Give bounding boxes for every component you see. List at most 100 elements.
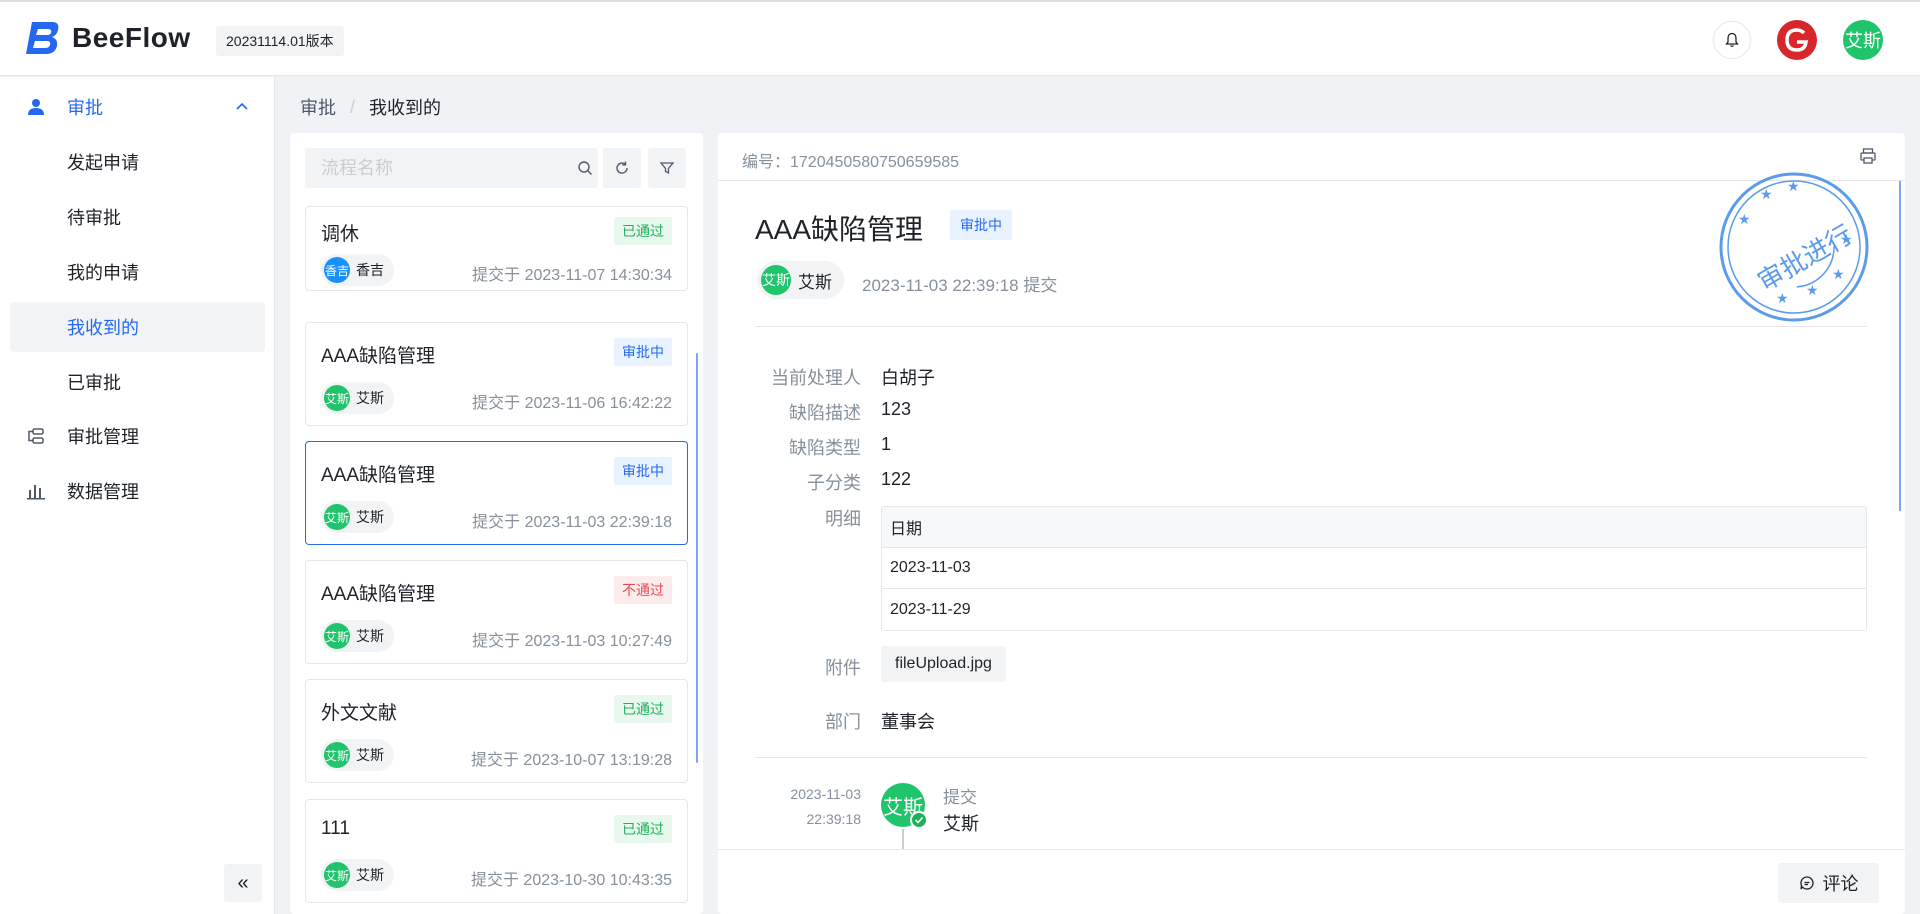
detail-scrollbar[interactable] <box>1899 181 1901 511</box>
refresh-icon <box>616 161 628 174</box>
list-item[interactable]: AAA缺陷管理 不通过 艾斯 艾斯 提交于 2023-11-03 10:27:4… <box>305 560 688 664</box>
user-icon <box>28 99 44 115</box>
handler-value: 白胡子 <box>881 368 935 388</box>
status-badge: 不通过 <box>614 576 672 604</box>
list-item[interactable]: AAA缺陷管理 审批中 艾斯 艾斯 提交于 2023-11-03 22:39:1… <box>305 441 688 545</box>
avatar: 艾斯 <box>324 385 350 411</box>
bell-icon <box>1725 32 1739 47</box>
chevron-up-icon[interactable] <box>234 99 250 115</box>
request-number: 编号：1720450580750659585 <box>742 154 960 171</box>
type-value: 1 <box>881 434 892 454</box>
status-badge: 审批中 <box>614 338 672 366</box>
comment-button[interactable]: 评论 <box>1778 863 1879 903</box>
comment-label: 评论 <box>1822 874 1859 894</box>
list-scrollbar[interactable] <box>696 353 698 763</box>
card-user-name: 艾斯 <box>356 509 384 525</box>
table-row: 2023-11-03 <box>882 548 1866 589</box>
card-submit-time: 提交于 2023-10-07 13:19:28 <box>470 752 672 769</box>
card-user-chip: 艾斯 艾斯 <box>321 739 394 771</box>
field-label: 子分类 <box>807 473 861 493</box>
field-label: 缺陷类型 <box>789 438 861 458</box>
card-title: AAA缺陷管理 <box>321 584 436 605</box>
search-icon[interactable] <box>577 160 593 176</box>
list-item[interactable]: AAA缺陷管理 审批中 艾斯 艾斯 提交于 2023-11-06 16:42:2… <box>305 322 688 426</box>
description-value: 123 <box>881 399 912 419</box>
sidebar-item-received[interactable]: 我收到的 <box>10 302 265 352</box>
breadcrumb-root[interactable]: 审批 <box>300 94 336 120</box>
sidebar-item-my-requests[interactable]: 我的申请 <box>10 247 265 297</box>
submitter-name: 艾斯 <box>798 272 832 292</box>
divider <box>755 757 1867 758</box>
field-label: 当前处理人 <box>771 368 861 388</box>
status-badge: 已通过 <box>614 815 672 843</box>
sidebar-item-label: 待审批 <box>67 208 121 228</box>
app-logo[interactable]: BeeFlow <box>24 20 191 56</box>
notification-button[interactable] <box>1713 21 1751 59</box>
detail-table: 日期 2023-11-03 2023-11-29 <box>881 506 1867 631</box>
field-label: 明细 <box>825 509 861 529</box>
sidebar-item-pending[interactable]: 待审批 <box>10 192 265 242</box>
search-input[interactable] <box>305 148 565 188</box>
collapse-sidebar-button[interactable]: « <box>224 864 262 902</box>
avatar: 香吉 <box>324 257 350 283</box>
timeline-time: 22:39:18 <box>806 811 862 827</box>
field-label: 缺陷描述 <box>789 403 861 423</box>
card-submit-time: 提交于 2023-10-30 10:43:35 <box>470 872 672 889</box>
card-user-name: 艾斯 <box>356 747 384 763</box>
detail-title: AAA缺陷管理 <box>755 214 924 245</box>
breadcrumb-separator: / <box>350 96 356 117</box>
avatar: 艾斯 <box>324 623 350 649</box>
sidebar-group-approval-admin[interactable]: 审批管理 <box>0 408 275 463</box>
refresh-button[interactable] <box>603 148 641 188</box>
subcategory-value: 122 <box>881 469 912 489</box>
filter-icon <box>659 162 675 175</box>
request-detail-panel: 编号：1720450580750659585 AAA缺陷管理 审批中 艾斯 艾斯… <box>718 133 1905 914</box>
sidebar-group-approval[interactable]: 审批 <box>0 79 275 134</box>
sidebar-item-label: 我的申请 <box>67 263 139 283</box>
list-item[interactable]: 111 已通过 艾斯 艾斯 提交于 2023-10-30 10:43:35 <box>305 799 688 903</box>
submit-time: 2023-11-03 22:39:18 提交 <box>862 276 1058 295</box>
field-label: 部门 <box>825 712 861 732</box>
timeline-user: 艾斯 <box>943 814 979 834</box>
timeline-connector <box>902 829 904 849</box>
status-badge: 审批中 <box>614 457 672 485</box>
card-user-name: 香吉 <box>356 262 384 278</box>
submitter-chip: 艾斯 艾斯 <box>757 261 844 299</box>
g-logo-icon <box>1785 28 1808 52</box>
card-submit-time: 提交于 2023-11-03 10:27:49 <box>472 633 672 650</box>
status-badge: 审批中 <box>950 210 1012 240</box>
filter-button[interactable] <box>648 148 686 188</box>
brand-g-button[interactable] <box>1777 20 1817 60</box>
card-title: AAA缺陷管理 <box>321 465 436 486</box>
list-item[interactable]: 外文文献 已通过 艾斯 艾斯 提交于 2023-10-07 13:19:28 <box>305 679 688 783</box>
version-badge: 20231114.01版本 <box>216 26 344 56</box>
card-user-chip: 艾斯 艾斯 <box>321 382 394 414</box>
timeline-date: 2023-11-03 <box>790 786 861 802</box>
card-user-chip: 艾斯 艾斯 <box>321 501 394 533</box>
avatar: 艾斯 <box>761 265 791 295</box>
sidebar-item-start-request[interactable]: 发起申请 <box>10 137 265 187</box>
bar-chart-icon <box>27 485 45 500</box>
detail-footer: 评论 <box>718 849 1905 914</box>
top-header: BeeFlow 20231114.01版本 艾斯 <box>0 0 1920 76</box>
avatar: 艾斯 <box>324 862 350 888</box>
card-title: 调休 <box>321 224 360 245</box>
app-name: BeeFlow <box>72 22 191 53</box>
sidebar-item-approved[interactable]: 已审批 <box>10 357 265 407</box>
sidebar-group-data-admin[interactable]: 数据管理 <box>0 463 275 518</box>
beeflow-logo-icon <box>26 22 59 54</box>
card-submit-time: 提交于 2023-11-03 22:39:18 <box>472 514 672 531</box>
list-item[interactable]: 调休 已通过 香吉 香吉 提交于 2023-11-07 14:30:34 <box>305 206 688 291</box>
card-submit-time: 提交于 2023-11-07 14:30:34 <box>472 267 672 284</box>
sidebar-item-label: 已审批 <box>67 373 121 393</box>
flow-icon <box>28 428 44 444</box>
sidebar-item-label: 我收到的 <box>67 318 139 338</box>
card-title: 外文文献 <box>321 703 398 724</box>
print-icon[interactable] <box>1859 147 1877 165</box>
avatar: 艾斯 <box>324 504 350 530</box>
sidebar-group-label: 数据管理 <box>67 481 139 502</box>
user-avatar[interactable]: 艾斯 <box>1843 20 1883 60</box>
table-row: 2023-11-29 <box>890 600 971 618</box>
attachment-file[interactable]: fileUpload.jpg <box>881 646 1006 682</box>
sidebar-group-label: 审批 <box>67 97 103 118</box>
